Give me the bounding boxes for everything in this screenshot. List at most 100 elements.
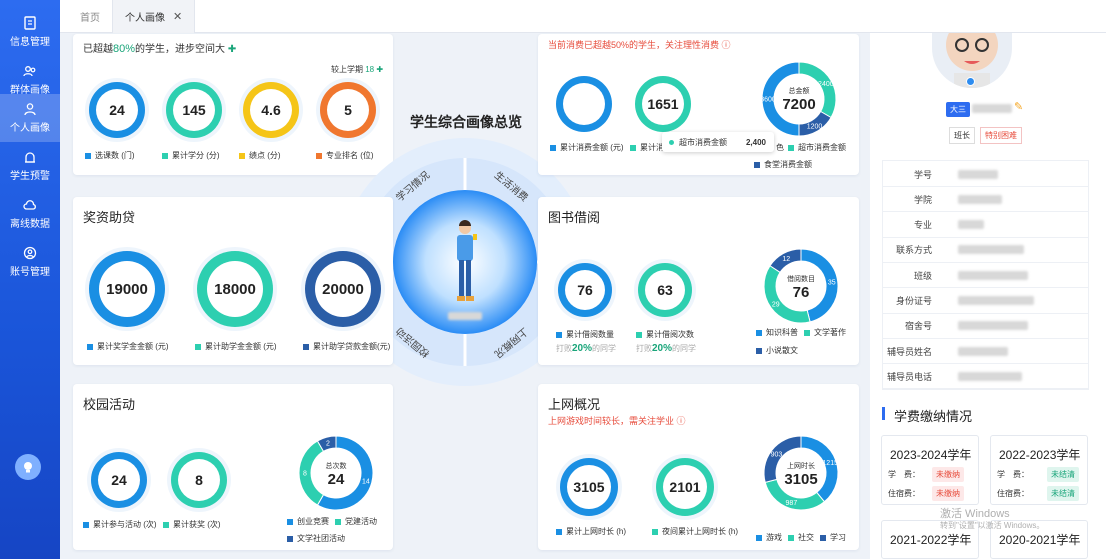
- consumption-note: 当前消费已超越50%的学生，关注理性消费 ⓘ: [548, 40, 731, 50]
- metric-value: 3105: [567, 465, 611, 509]
- metric-note: 打败20%的同学: [556, 343, 617, 354]
- internet-note: 上网游戏时间较长，需关注学业 ⓘ: [548, 416, 686, 426]
- pen-icon[interactable]: ✎: [1014, 100, 1023, 113]
- consumption-count-ring: 1651: [635, 76, 691, 132]
- profile-field-row: 宿舍号: [882, 314, 1089, 339]
- scholarship-title: 奖资助贷: [83, 210, 136, 225]
- name-blur: [972, 104, 1012, 113]
- fee-label: 学 费：: [888, 470, 920, 479]
- sidebar-item-label: 学生预警: [10, 171, 50, 182]
- account-icon: [23, 246, 37, 260]
- metric-legend: 累计获奖 (次): [163, 519, 221, 530]
- profile-field-value-blur: [958, 296, 1034, 305]
- metric-ring: 2101: [656, 458, 714, 516]
- metric-legend: 夜间累计上网时长 (h): [652, 526, 738, 537]
- fee-label: 住宿费：: [888, 489, 920, 498]
- metric-ring: 4.6: [243, 82, 299, 138]
- fee-card-2023: 2023-2024学年 学 费： 未缴纳 住宿费： 未缴纳: [881, 435, 979, 505]
- sidebar-item-warning[interactable]: 学生预警: [0, 142, 60, 190]
- library-legend-0: 知识科普: [756, 327, 798, 338]
- metric-ring: 8: [171, 452, 227, 508]
- library-legend-2: 小说散文: [756, 345, 798, 356]
- internet-donut-center: 上网时长 3105: [784, 462, 818, 488]
- consumption-legend-0: 累计消费金额 (元): [550, 142, 624, 153]
- library-title: 图书借阅: [548, 210, 601, 225]
- metric-legend: 累计学分 (分): [162, 150, 220, 161]
- student-name-blur: [448, 312, 482, 320]
- fee-status: 未缴纳: [932, 467, 964, 482]
- activities-legend-1: 党建活动: [335, 516, 377, 527]
- profile-field-value-blur: [958, 169, 998, 179]
- metric-note: 打败20%的同学: [636, 343, 697, 354]
- metric-value: 18000: [207, 261, 263, 317]
- metric-value: 63: [645, 270, 685, 310]
- tab-label: 首页: [80, 13, 100, 24]
- compare-label: 较上学期 18 ✚: [331, 65, 384, 74]
- profile-field-value-blur: [958, 371, 1022, 381]
- profile-field-label: 联系方式: [895, 245, 932, 256]
- activities-legend-0: 创业竞赛: [287, 516, 329, 527]
- metric-ring: 20000: [305, 251, 381, 327]
- activation-watermark-sub: 转到"设置"以激活 Windows。: [940, 521, 1045, 530]
- fee-label: 住宿费：: [997, 489, 1029, 498]
- library-donut-center: 借阅数目 76: [787, 275, 815, 301]
- metric-ring: 145: [166, 82, 222, 138]
- sidebar-item-label: 个人画像: [10, 123, 50, 134]
- profile-field-row: 辅导员姓名: [882, 339, 1089, 365]
- sidebar-item-account[interactable]: 账号管理: [0, 238, 60, 286]
- tab-home[interactable]: 首页: [68, 0, 112, 33]
- avatar-badge-icon: [966, 77, 975, 86]
- consumption-legend-1: 累计消: [630, 142, 664, 153]
- internet-legend-1: 社交: [788, 532, 814, 543]
- consumption-donut-legend-2: 食堂消费金额: [754, 159, 812, 170]
- metric-legend: 绩点 (分): [239, 150, 281, 161]
- donut-value-label: 1200: [807, 123, 823, 130]
- profile-field-row: 学号: [882, 162, 1089, 187]
- activities-card: 校园活动 14 8 2 总次数 24 创业竞赛 党建活动 文学社团活动 24 累计参与活…: [73, 384, 393, 550]
- tab-bar: 首页 个人画像 ✕: [60, 0, 1106, 33]
- tag-hardship: 特别困难: [980, 127, 1022, 144]
- internet-legend-2: 学习: [820, 532, 846, 543]
- sidebar-item-personal[interactable]: 个人画像: [0, 94, 60, 142]
- fee-status: 未结清: [1047, 486, 1079, 501]
- lightbulb-icon[interactable]: [15, 454, 41, 480]
- tab-personal[interactable]: 个人画像 ✕: [112, 0, 196, 33]
- metric-ring: 18000: [197, 251, 273, 327]
- donut-value-label: 12: [782, 256, 790, 263]
- internet-card: 上网概况 上网游戏时间较长，需关注学业 ⓘ 1215 987 903 上网时长 310…: [538, 384, 859, 550]
- consumption-total-ring: [556, 76, 612, 132]
- metric-legend: 累计上网时长 (h): [556, 526, 626, 537]
- internet-title: 上网概况: [548, 397, 601, 412]
- fee-year: 2020-2021学年: [999, 533, 1081, 547]
- fees-title-bar: [882, 407, 885, 420]
- activities-title: 校园活动: [83, 397, 136, 412]
- consumption-donut-center: 总金额 7200: [782, 87, 816, 113]
- library-card: 图书借阅 35 29 12 借阅数目 76 知识科普 文学著作 小说散文 76 累计借阅…: [538, 197, 859, 365]
- metric-ring: 3105: [560, 458, 618, 516]
- donut-value-label: 987: [786, 500, 798, 507]
- academic-note: 已超越80%的学生，进步空间大 ✚: [83, 43, 237, 55]
- profile-field-row: 学院: [882, 187, 1089, 213]
- metric-legend: 累计借阅次数: [636, 329, 694, 340]
- profile-field-row: 联系方式: [882, 238, 1089, 263]
- close-icon[interactable]: ✕: [173, 10, 182, 23]
- fee-status: 未缴纳: [932, 486, 964, 501]
- profile-field-label: 专业: [913, 220, 932, 231]
- metric-value: 20000: [315, 261, 371, 317]
- sidebar-item-offline[interactable]: 离线数据: [0, 190, 60, 238]
- student-figure-icon: [457, 220, 477, 301]
- id-card-icon: [24, 16, 36, 30]
- profile-field-label: 学号: [913, 169, 932, 180]
- consumption-card: 当前消费已超越50%的学生，关注理性消费 ⓘ 1651 累计消费金额 (元) 累…: [538, 34, 859, 175]
- metric-value: 19000: [99, 261, 155, 317]
- donut-value-label: 2: [326, 441, 330, 448]
- sidebar-item-info[interactable]: 信息管理: [0, 8, 60, 56]
- fee-card-2022: 2022-2023学年 学 费： 未结清 住宿费： 未结清: [990, 435, 1088, 505]
- metric-value: 2101: [663, 465, 707, 509]
- fee-status: 未结清: [1047, 467, 1079, 482]
- activities-donut-center: 总次数 24: [325, 462, 347, 488]
- metric-ring: 19000: [89, 251, 165, 327]
- alarm-icon: [25, 152, 35, 163]
- consumption-donut-legend-0: 色: [776, 143, 784, 152]
- sidebar-item-label: 信息管理: [10, 37, 50, 48]
